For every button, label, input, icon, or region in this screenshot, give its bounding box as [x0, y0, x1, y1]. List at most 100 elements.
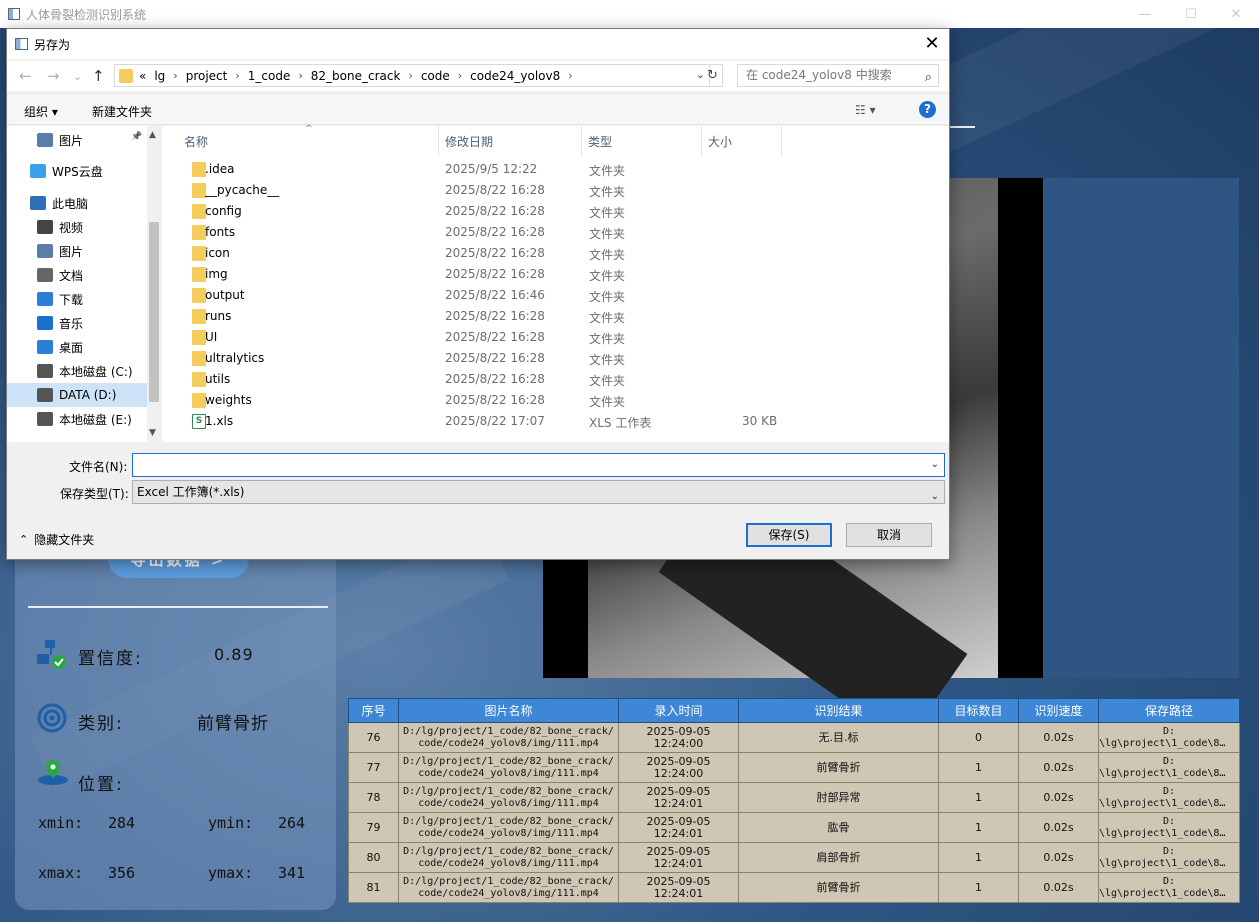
search-input[interactable]: 在 code24_yolov8 中搜索 ⌕	[737, 64, 939, 87]
col-header-time[interactable]: 录入时间	[618, 698, 739, 723]
cell-count-text: 1	[975, 790, 982, 804]
breadcrumb[interactable]: code24_yolov8	[470, 69, 560, 83]
cell-path-text: \lg\project\1_code\8…	[1099, 827, 1226, 839]
up-arrow-icon[interactable]: ↑	[92, 67, 105, 85]
dialog-close-button[interactable]: ✕	[921, 33, 943, 55]
nav-item[interactable]: 图片	[7, 128, 147, 152]
breadcrumb[interactable]: code	[421, 69, 450, 83]
nav-item[interactable]: 本地磁盘 (E:)	[7, 407, 147, 431]
file-row[interactable]: weights 2025/8/22 16:28 文件夹	[162, 390, 949, 411]
file-row[interactable]: output 2025/8/22 16:46 文件夹	[162, 285, 949, 306]
table-row[interactable]: 77 D:/lg/project/1_code/82_bone_crack/cod…	[348, 752, 1240, 783]
nav-item[interactable]: 文档	[7, 263, 147, 287]
filetype-select[interactable]: Excel 工作簿(*.xls) ⌄	[132, 480, 945, 504]
file-row[interactable]: config 2025/8/22 16:28 文件夹	[162, 201, 949, 222]
refresh-icon[interactable]: ↻	[703, 64, 723, 87]
help-icon[interactable]: ?	[919, 101, 936, 118]
file-row[interactable]: runs 2025/8/22 16:28 文件夹	[162, 306, 949, 327]
cell-result: 肱骨	[738, 812, 939, 843]
cell-time-text: 12:24:01	[653, 826, 704, 840]
nav-item[interactable]: 下载	[7, 287, 147, 311]
new-folder-button[interactable]: 新建文件夹	[92, 103, 152, 120]
chevron-down-icon[interactable]: ⌄	[931, 459, 939, 470]
col-header-path[interactable]: 保存路径	[1098, 698, 1240, 723]
cell-speed-text: 0.02s	[1043, 760, 1074, 774]
chevron-down-icon[interactable]: ⌄	[73, 70, 82, 83]
search-icon: ⌕	[924, 70, 932, 85]
col-header-name[interactable]: 图片名称	[398, 698, 619, 723]
cell-speed: 0.02s	[1018, 752, 1099, 783]
breadcrumb-overflow[interactable]: «	[139, 69, 146, 83]
file-row[interactable]: utils 2025/8/22 16:28 文件夹	[162, 369, 949, 390]
cell-path-text: D:	[1162, 875, 1176, 887]
file-type: 文件夹	[589, 248, 626, 262]
column-header-type[interactable]: 类型	[582, 126, 702, 156]
cell-speed: 0.02s	[1018, 812, 1099, 843]
breadcrumb[interactable]: 1_code	[248, 69, 291, 83]
filename-field[interactable]: ⌄	[132, 453, 945, 477]
table-row[interactable]: 80 D:/lg/project/1_code/82_bone_crack/cod…	[348, 842, 1240, 873]
file-date: 2025/9/5 12:22	[445, 162, 538, 176]
cell-id: 81	[348, 872, 399, 903]
save-button[interactable]: 保存(S)	[746, 523, 832, 547]
file-row[interactable]: UI 2025/8/22 16:28 文件夹	[162, 327, 949, 348]
cell-result: 前臂骨折	[738, 752, 939, 783]
breadcrumb[interactable]: lg	[154, 69, 165, 83]
cell-path: D: \lg\project\1_code\8…	[1098, 752, 1240, 783]
cell-speed-text: 0.02s	[1043, 790, 1074, 804]
hide-folders-toggle[interactable]: ⌃ 隐藏文件夹	[19, 531, 94, 548]
location-icon	[38, 760, 68, 785]
cell-result-text: 肩部骨折	[816, 850, 861, 864]
cell-result-text: 肘部异常	[816, 790, 861, 804]
col-header-speed[interactable]: 识别速度	[1018, 698, 1099, 723]
cell-count-text: 1	[975, 760, 982, 774]
chevron-down-icon[interactable]: ⌄	[931, 486, 939, 508]
col-header-id[interactable]: 序号	[348, 698, 399, 723]
nav-item[interactable]: DATA (D:)	[7, 383, 147, 407]
cell-name: D:/lg/project/1_code/82_bone_crack/code/…	[398, 842, 619, 873]
forward-arrow-icon[interactable]: →	[47, 67, 60, 85]
nav-scrollbar[interactable]: ▲ ▼	[147, 126, 161, 442]
file-name: output	[205, 288, 245, 302]
nav-item[interactable]: 图片	[7, 239, 147, 263]
cell-path-text: \lg\project\1_code\8…	[1099, 797, 1226, 809]
folder-icon	[192, 246, 206, 261]
back-arrow-icon[interactable]: ←	[19, 67, 32, 85]
table-row[interactable]: 78 D:/lg/project/1_code/82_bone_crack/cod…	[348, 782, 1240, 813]
file-type: 文件夹	[589, 332, 626, 346]
nav-item-label: 视频	[59, 220, 84, 235]
nav-item[interactable]: 桌面	[7, 335, 147, 359]
organize-button[interactable]: 组织 ▾	[24, 103, 58, 120]
col-header-count[interactable]: 目标数目	[938, 698, 1019, 723]
table-row[interactable]: 81 D:/lg/project/1_code/82_bone_crack/cod…	[348, 872, 1240, 903]
cell-speed: 0.02s	[1018, 782, 1099, 813]
view-options-icon[interactable]: ☷ ▾	[855, 103, 876, 117]
cell-speed-text: 0.02s	[1043, 730, 1074, 744]
nav-item[interactable]: 视频	[7, 215, 147, 239]
filetype-label: 保存类型(T):	[60, 487, 129, 501]
table-row[interactable]: 76 D:/lg/project/1_code/82_bone_crack/cod…	[348, 722, 1240, 753]
nav-item[interactable]: 此电脑	[7, 191, 147, 215]
drive-icon	[37, 364, 53, 378]
file-row[interactable]: S 1.xls 2025/8/22 17:07 XLS 工作表 30 KB	[162, 411, 949, 432]
file-row[interactable]: ultralytics 2025/8/22 16:28 文件夹	[162, 348, 949, 369]
breadcrumb[interactable]: project	[186, 69, 228, 83]
class-label: 类别:	[78, 714, 124, 734]
column-header-date[interactable]: 修改日期	[439, 126, 582, 156]
address-bar[interactable]: « lg › project › 1_code › 82_bone_crack › co…	[114, 64, 710, 87]
cancel-button[interactable]: 取消	[846, 523, 932, 547]
file-name: icon	[205, 246, 230, 260]
file-row[interactable]: .idea 2025/9/5 12:22 文件夹	[162, 159, 949, 180]
file-row[interactable]: fonts 2025/8/22 16:28 文件夹	[162, 222, 949, 243]
column-header-size[interactable]: 大小	[702, 126, 782, 156]
table-row[interactable]: 79 D:/lg/project/1_code/82_bone_crack/cod…	[348, 812, 1240, 843]
file-row[interactable]: img 2025/8/22 16:28 文件夹	[162, 264, 949, 285]
nav-item[interactable]: 音乐	[7, 311, 147, 335]
col-header-result[interactable]: 识别结果	[738, 698, 939, 723]
breadcrumb[interactable]: 82_bone_crack	[311, 69, 401, 83]
nav-item[interactable]: WPS云盘	[7, 159, 147, 183]
file-row[interactable]: icon 2025/8/22 16:28 文件夹	[162, 243, 949, 264]
cell-count-text: 1	[975, 880, 982, 894]
file-row[interactable]: __pycache__ 2025/8/22 16:28 文件夹	[162, 180, 949, 201]
nav-item[interactable]: 本地磁盘 (C:)	[7, 359, 147, 383]
